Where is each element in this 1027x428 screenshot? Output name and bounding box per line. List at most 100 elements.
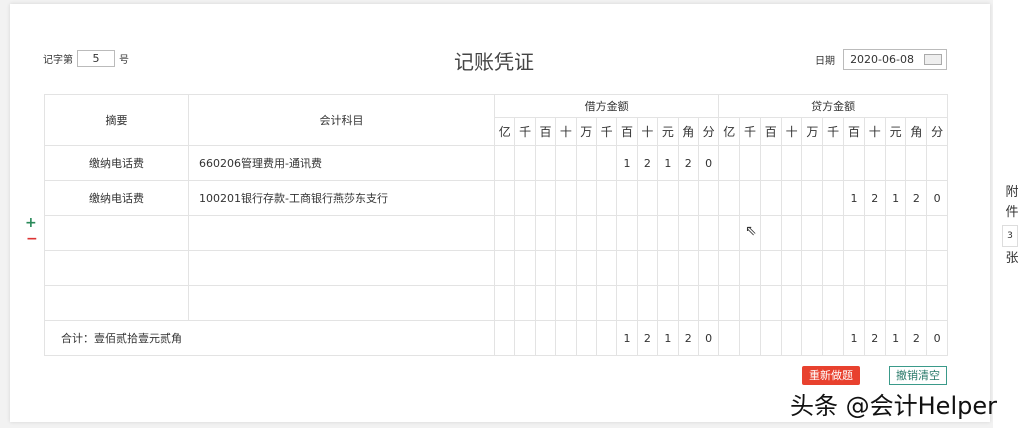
debit-digit[interactable]: [697, 250, 720, 286]
debit-digit[interactable]: [534, 145, 557, 181]
debit-digit[interactable]: [677, 180, 699, 216]
debit-digit[interactable]: [636, 250, 659, 286]
credit-digit[interactable]: [780, 285, 803, 321]
credit-digit[interactable]: [843, 285, 865, 321]
debit-digit[interactable]: 1: [657, 145, 679, 181]
debit-digit[interactable]: [514, 250, 536, 286]
credit-digit[interactable]: [759, 215, 782, 251]
credit-digit[interactable]: [822, 250, 845, 286]
credit-digit[interactable]: [822, 285, 845, 321]
credit-digit[interactable]: [759, 285, 782, 321]
credit-digit[interactable]: [863, 145, 886, 181]
credit-digit[interactable]: [926, 285, 949, 321]
debit-digit[interactable]: [616, 250, 638, 286]
credit-digit[interactable]: [801, 145, 824, 181]
credit-digit[interactable]: [863, 250, 886, 286]
credit-digit[interactable]: [905, 145, 928, 181]
debit-digit[interactable]: [657, 180, 679, 216]
credit-digit[interactable]: [780, 250, 803, 286]
credit-digit[interactable]: [801, 285, 824, 321]
debit-digit[interactable]: [534, 285, 557, 321]
add-row-button[interactable]: +: [25, 215, 37, 231]
credit-digit[interactable]: [759, 145, 782, 181]
debit-digit[interactable]: [514, 145, 536, 181]
debit-digit[interactable]: [493, 145, 516, 181]
debit-digit[interactable]: [636, 285, 659, 321]
debit-digit[interactable]: [616, 180, 638, 216]
credit-digit[interactable]: [718, 145, 741, 181]
credit-digit[interactable]: [822, 180, 845, 216]
debit-digit[interactable]: [697, 215, 720, 251]
debit-digit[interactable]: [514, 180, 536, 216]
debit-digit[interactable]: [595, 180, 618, 216]
debit-digit[interactable]: [636, 180, 659, 216]
debit-digit[interactable]: 2: [677, 145, 699, 181]
credit-digit[interactable]: [780, 215, 803, 251]
debit-digit[interactable]: [493, 180, 516, 216]
debit-digit[interactable]: [514, 285, 536, 321]
credit-digit[interactable]: [905, 285, 928, 321]
debit-digit[interactable]: [534, 215, 557, 251]
account-cell[interactable]: [188, 250, 495, 286]
debit-digit[interactable]: [493, 250, 516, 286]
summary-cell[interactable]: [44, 285, 189, 321]
debit-digit[interactable]: [595, 285, 618, 321]
credit-digit[interactable]: [843, 145, 865, 181]
debit-digit[interactable]: [555, 250, 577, 286]
attachments-count-input[interactable]: 3: [1002, 225, 1018, 247]
account-cell[interactable]: 660206管理费用-通讯费: [188, 145, 495, 181]
credit-digit[interactable]: [926, 250, 949, 286]
credit-digit[interactable]: [905, 250, 928, 286]
debit-digit[interactable]: [493, 285, 516, 321]
credit-digit[interactable]: [801, 250, 824, 286]
debit-digit[interactable]: [677, 215, 699, 251]
debit-digit[interactable]: [575, 285, 597, 321]
debit-digit[interactable]: 2: [636, 145, 659, 181]
credit-digit[interactable]: [780, 145, 803, 181]
calendar-icon[interactable]: [924, 54, 942, 65]
credit-digit[interactable]: [718, 215, 741, 251]
debit-digit[interactable]: [677, 250, 699, 286]
credit-digit[interactable]: [926, 215, 949, 251]
debit-digit[interactable]: [514, 215, 536, 251]
debit-digit[interactable]: [616, 285, 638, 321]
debit-digit[interactable]: [697, 285, 720, 321]
debit-digit[interactable]: [595, 145, 618, 181]
credit-digit[interactable]: [739, 180, 761, 216]
credit-digit[interactable]: 1: [884, 180, 907, 216]
summary-cell[interactable]: 缴纳电话费: [44, 180, 189, 216]
credit-digit[interactable]: [759, 250, 782, 286]
redo-button[interactable]: 重新做题: [802, 366, 860, 385]
credit-digit[interactable]: [884, 285, 907, 321]
voucher-number-input[interactable]: 5: [77, 50, 115, 67]
debit-digit[interactable]: [555, 285, 577, 321]
debit-digit[interactable]: 1: [616, 145, 638, 181]
debit-digit[interactable]: [555, 145, 577, 181]
summary-cell[interactable]: [44, 215, 189, 251]
credit-digit[interactable]: [718, 250, 741, 286]
debit-digit[interactable]: [575, 145, 597, 181]
credit-digit[interactable]: [801, 215, 824, 251]
debit-digit[interactable]: [595, 215, 618, 251]
debit-digit[interactable]: [575, 180, 597, 216]
remove-row-button[interactable]: −: [26, 231, 38, 247]
debit-digit[interactable]: [575, 250, 597, 286]
clear-button[interactable]: 撤销清空: [889, 366, 947, 385]
debit-digit[interactable]: [595, 250, 618, 286]
summary-cell[interactable]: [44, 250, 189, 286]
debit-digit[interactable]: [697, 180, 720, 216]
credit-digit[interactable]: [801, 180, 824, 216]
credit-digit[interactable]: 2: [863, 180, 886, 216]
credit-digit[interactable]: [718, 180, 741, 216]
credit-digit[interactable]: 0: [926, 180, 949, 216]
debit-digit[interactable]: [677, 285, 699, 321]
credit-digit[interactable]: [822, 145, 845, 181]
credit-digit[interactable]: [739, 250, 761, 286]
debit-digit[interactable]: [534, 180, 557, 216]
debit-digit[interactable]: [636, 215, 659, 251]
credit-digit[interactable]: [884, 215, 907, 251]
date-input[interactable]: 2020-06-08: [843, 49, 947, 70]
credit-digit[interactable]: [863, 285, 886, 321]
account-cell[interactable]: 100201银行存款-工商银行燕莎东支行: [188, 180, 495, 216]
credit-digit[interactable]: [863, 215, 886, 251]
